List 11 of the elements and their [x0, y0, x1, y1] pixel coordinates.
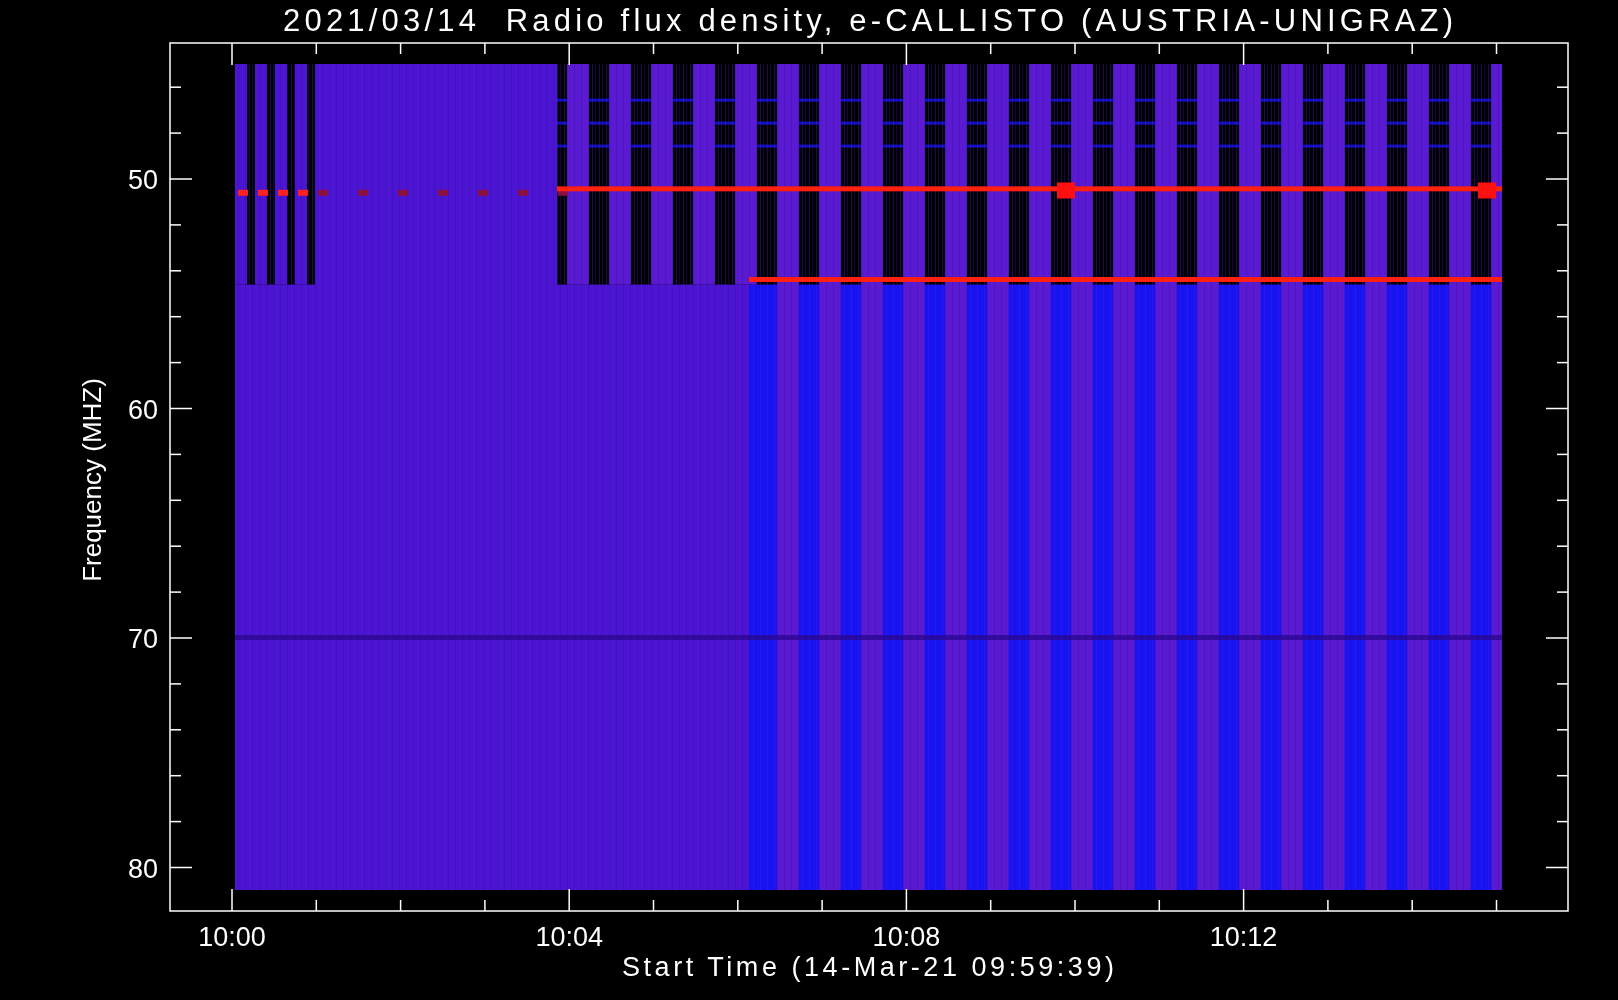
axis-label: Frequency (MHZ) [77, 378, 107, 582]
tick-label: 10:00 [198, 922, 266, 952]
tick-label: 10:08 [872, 922, 941, 952]
tick-label: 80 [127, 853, 158, 884]
tick-label: 10:04 [535, 922, 603, 952]
tick-label: 50 [127, 165, 158, 195]
plot-title: 2021/03/14 Radio flux density, e-CALLISTO (AUSTRIA-UNIGRAZ) [283, 3, 1453, 38]
tick-label: 70 [127, 624, 158, 654]
tick-label: 10:12 [1209, 922, 1278, 952]
tick-label: 60 [127, 394, 158, 425]
axis-label: Start Time (14-Mar-21 09:59:39) [622, 952, 1114, 982]
